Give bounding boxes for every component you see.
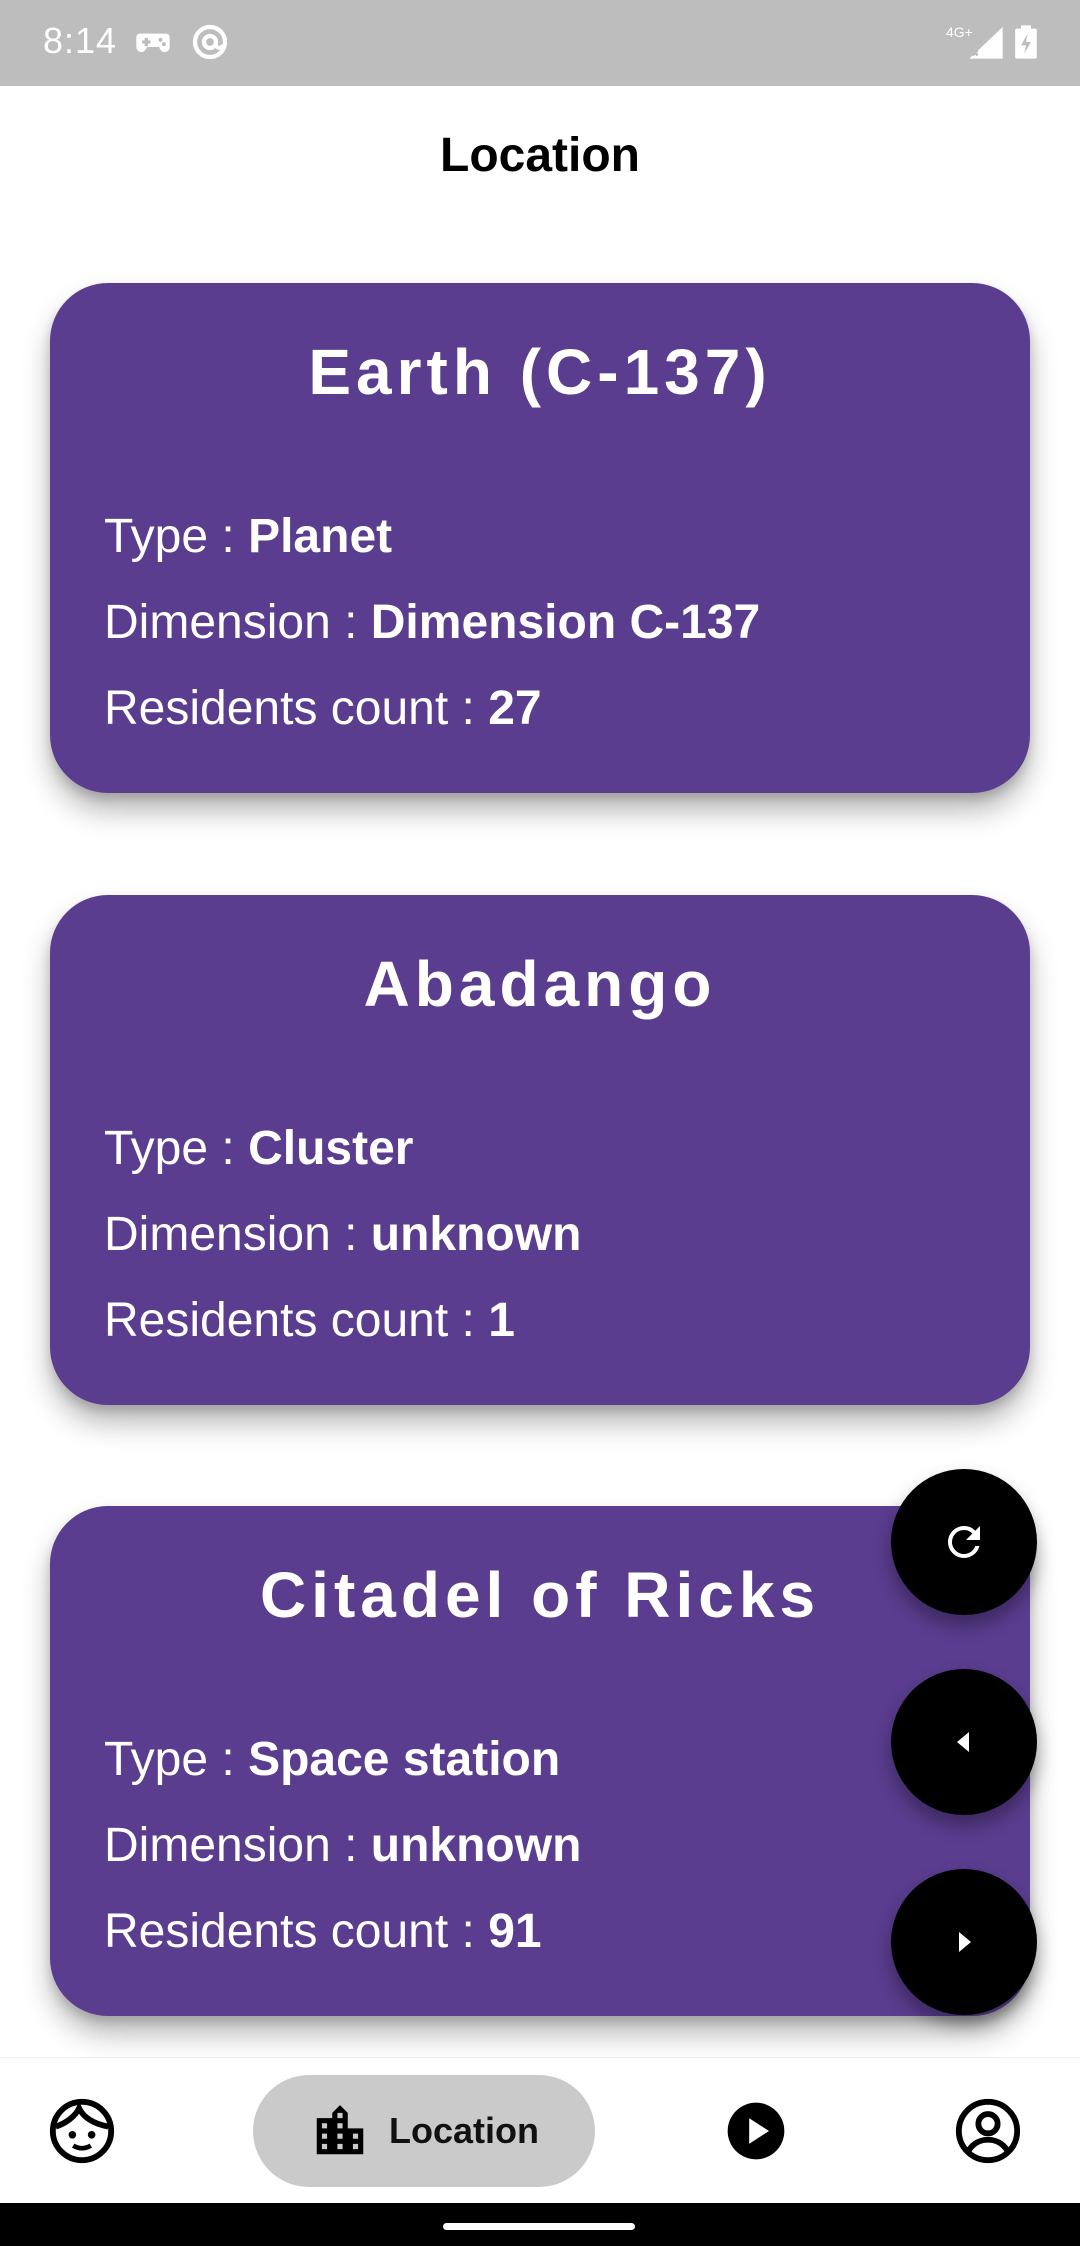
- home-gesture-handle[interactable]: [443, 2223, 635, 2230]
- type-value: Space station: [248, 1733, 561, 1786]
- location-dimension-row: Dimension : Dimension C-137: [104, 595, 760, 650]
- character-face-icon: [47, 2096, 117, 2166]
- dimension-label: Dimension :: [104, 596, 371, 649]
- residents-value: 27: [488, 682, 542, 735]
- location-type-row: Type : Space station: [104, 1732, 560, 1787]
- residents-value: 1: [488, 1294, 515, 1347]
- location-card-citadel[interactable]: Citadel of Ricks Type : Space station Di…: [50, 1506, 1030, 2016]
- residents-label: Residents count :: [104, 1294, 489, 1347]
- location-card-earth[interactable]: Earth (C-137) Type : Planet Dimension : …: [50, 283, 1030, 793]
- dimension-label: Dimension :: [104, 1208, 371, 1261]
- location-type-row: Type : Planet: [104, 509, 392, 564]
- dimension-value: unknown: [370, 1208, 582, 1261]
- refresh-button[interactable]: [891, 1469, 1037, 1615]
- location-name: Citadel of Ricks: [259, 1559, 821, 1631]
- nav-item-profile[interactable]: [944, 2075, 1032, 2187]
- location-name: Abadango: [363, 948, 717, 1020]
- battery-charging-icon: [1006, 22, 1046, 62]
- type-value: Cluster: [248, 1122, 414, 1175]
- status-bar: 8:14 4G+: [0, 0, 1080, 86]
- location-residents-row: Residents count : 1: [104, 1293, 515, 1348]
- location-residents-row: Residents count : 91: [104, 1904, 542, 1959]
- nav-item-characters[interactable]: [38, 2075, 126, 2187]
- next-page-button[interactable]: [891, 1869, 1037, 2015]
- next-page-icon: [940, 1918, 988, 1966]
- location-name: Earth (C-137): [308, 336, 772, 408]
- bottom-navigation: Location: [0, 2057, 1080, 2204]
- signal-icon: [966, 22, 1006, 62]
- location-residents-row: Residents count : 27: [104, 681, 542, 736]
- account-icon: [953, 2096, 1023, 2166]
- gamepad-icon: [133, 22, 173, 62]
- type-label: Type :: [104, 1733, 249, 1786]
- at-sign-icon: [190, 22, 230, 62]
- nav-item-location[interactable]: Location: [253, 2075, 595, 2187]
- location-card-abadango[interactable]: Abadango Type : Cluster Dimension : unkn…: [50, 895, 1030, 1405]
- city-building-icon: [309, 2100, 371, 2162]
- dimension-value: unknown: [370, 1819, 582, 1872]
- location-dimension-row: Dimension : unknown: [104, 1818, 581, 1873]
- residents-label: Residents count :: [104, 682, 489, 735]
- dimension-label: Dimension :: [104, 1819, 371, 1872]
- residents-label: Residents count :: [104, 1905, 489, 1958]
- dimension-value: Dimension C-137: [370, 596, 761, 649]
- residents-value: 91: [488, 1905, 542, 1958]
- refresh-icon: [940, 1518, 988, 1566]
- nav-item-episodes[interactable]: [712, 2075, 800, 2187]
- location-dimension-row: Dimension : unknown: [104, 1207, 581, 1262]
- previous-page-icon: [940, 1718, 988, 1766]
- type-value: Planet: [248, 510, 393, 563]
- type-label: Type :: [104, 510, 249, 563]
- nav-item-label: Location: [389, 2110, 539, 2151]
- page-title: Location: [440, 129, 640, 182]
- status-time: 8:14: [43, 20, 118, 61]
- play-episode-icon: [722, 2097, 790, 2165]
- previous-page-button[interactable]: [891, 1669, 1037, 1815]
- location-type-row: Type : Cluster: [104, 1121, 413, 1176]
- type-label: Type :: [104, 1122, 249, 1175]
- gesture-navigation-bar: [0, 2203, 1080, 2246]
